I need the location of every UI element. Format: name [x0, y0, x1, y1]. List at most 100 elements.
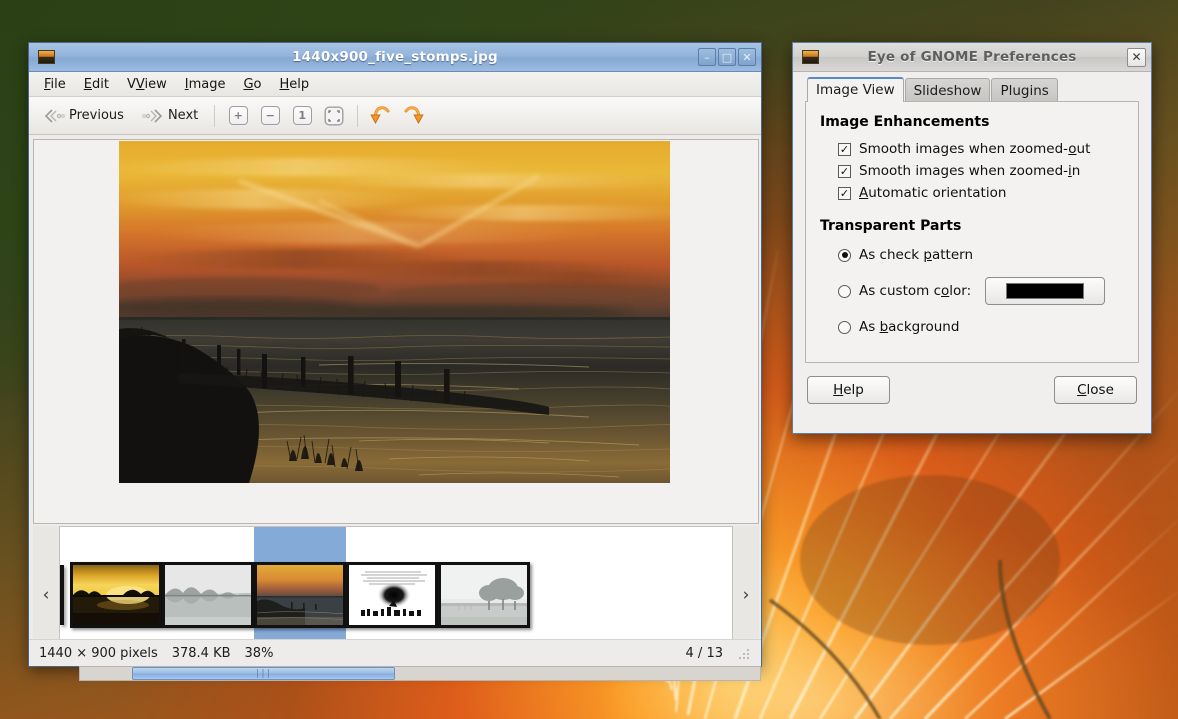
- image-thumbnail-icon: [38, 50, 55, 64]
- scrollbar-thumb[interactable]: ∣∣∣: [132, 667, 395, 680]
- toolbar-separator-1: [214, 104, 216, 127]
- prefs-close-button[interactable]: ✕: [1127, 47, 1146, 67]
- close-button[interactable]: ✕: [738, 48, 756, 66]
- minimize-button[interactable]: –: [698, 48, 716, 66]
- foggy-lake-art: [165, 564, 251, 625]
- close-icon: ✕: [742, 50, 752, 64]
- main-image[interactable]: [119, 141, 670, 483]
- foggy-trees-thumbnail: [438, 561, 530, 628]
- tab-plugins[interactable]: Plugins: [991, 78, 1058, 103]
- ink-blot-text-thumbnail: [346, 561, 438, 628]
- menu-go[interactable]: Go: [234, 74, 270, 95]
- previous-icon: [44, 108, 65, 123]
- normal-size-button[interactable]: 1: [287, 102, 317, 130]
- custom-color-button[interactable]: [985, 277, 1106, 305]
- checkbox-icon: ✓: [838, 164, 851, 178]
- menubar[interactable]: File Edit VView Image Go Help: [29, 72, 761, 97]
- window-title: 1440x900_five_stomps.jpg: [292, 49, 498, 65]
- checkbox-smooth-zoomed-out[interactable]: ✓ Smooth images when zoomed-out: [820, 138, 1124, 160]
- toolbar-separator-2: [357, 104, 359, 127]
- eye-of-gnome-window[interactable]: 1440x900_five_stomps.jpg – □ ✕ File Edit…: [28, 42, 762, 681]
- next-button[interactable]: Next: [134, 103, 206, 129]
- close-icon: ✕: [1131, 50, 1142, 64]
- custom-color-label-post: lor:: [949, 283, 972, 299]
- custom-color-label: As custom c: [859, 283, 941, 299]
- sunset-stomps-thumbnail: [254, 561, 346, 628]
- automatic-orientation-accel: A: [859, 185, 869, 201]
- sunset-stomps-art: [257, 564, 343, 625]
- check-pattern-accel: p: [923, 247, 932, 263]
- statusbar: 1440 × 900 pixels 378.4 KB 38% 4 / 13: [29, 639, 761, 666]
- previous-button[interactable]: Previous: [35, 103, 132, 129]
- radio-as-check-pattern[interactable]: As check pattern: [820, 240, 1124, 270]
- rotate-clockwise-button[interactable]: [398, 102, 428, 130]
- thumbnail-partial-left[interactable]: [60, 564, 64, 625]
- toolbar[interactable]: Previous Next + − 1: [29, 97, 761, 135]
- check-pattern-label: As check: [859, 247, 924, 263]
- radio-icon: [838, 320, 851, 334]
- zoom-in-icon: +: [228, 106, 248, 125]
- rotate-clockwise-icon: [404, 105, 424, 124]
- transparent-parts-heading: Transparent Parts: [820, 218, 962, 234]
- prefs-action-buttons[interactable]: Help Close: [793, 364, 1151, 416]
- help-button[interactable]: Help: [807, 376, 890, 404]
- zoom-level: 38%: [244, 645, 274, 661]
- close-dialog-button[interactable]: Close: [1054, 376, 1137, 404]
- resize-grip[interactable]: [739, 647, 751, 659]
- prefs-titlebar[interactable]: Eye of GNOME Preferences ✕: [793, 43, 1151, 72]
- main-titlebar[interactable]: 1440x900_five_stomps.jpg – □ ✕: [29, 43, 761, 72]
- close-accel: C: [1077, 382, 1087, 398]
- menu-file[interactable]: File: [35, 74, 75, 95]
- as-background-accel: b: [879, 319, 889, 335]
- image-dimensions: 1440 × 900 pixels: [39, 645, 158, 661]
- menu-image[interactable]: Image: [176, 74, 235, 95]
- radio-icon-selected: [838, 248, 851, 262]
- tab-image-view[interactable]: Image View: [807, 77, 904, 102]
- ink-blot-art: [349, 564, 435, 625]
- sunset-lake-thumbnail: [70, 561, 162, 628]
- sunset-lake-art: [73, 564, 159, 625]
- checkbox-automatic-orientation[interactable]: ✓ Automatic orientation: [820, 182, 1124, 204]
- zoom-out-button[interactable]: −: [255, 102, 285, 130]
- image-view-panel: Image Enhancements ✓ Smooth images when …: [805, 101, 1139, 363]
- next-icon: [142, 108, 163, 123]
- normal-size-icon: 1: [292, 106, 312, 125]
- menu-file-rest: ile: [50, 76, 66, 92]
- close-label: lose: [1086, 382, 1114, 398]
- preferences-dialog[interactable]: Eye of GNOME Preferences ✕ Image View Sl…: [792, 42, 1152, 434]
- image-position: 4 / 13: [685, 645, 723, 661]
- radio-dot: [841, 252, 848, 258]
- image-view-area[interactable]: [33, 139, 759, 524]
- check-pattern-label-post: attern: [931, 247, 974, 263]
- rotate-counterclockwise-button[interactable]: [366, 102, 396, 130]
- smooth-zoomed-out-label-post: ut: [1076, 141, 1091, 157]
- zoom-out-icon: −: [260, 106, 280, 125]
- zoom-in-button[interactable]: +: [223, 102, 253, 130]
- as-background-label: As: [859, 319, 880, 335]
- minimize-icon: –: [704, 50, 710, 64]
- best-fit-button[interactable]: [319, 102, 349, 130]
- next-label: Next: [167, 108, 199, 123]
- checkbox-icon: ✓: [838, 142, 851, 156]
- menu-help-label: H: [279, 76, 290, 92]
- menu-view[interactable]: VView: [118, 74, 176, 95]
- radio-as-custom-color[interactable]: As custom color:: [820, 270, 1124, 312]
- maximize-button[interactable]: □: [718, 48, 736, 66]
- checkbox-smooth-zoomed-in[interactable]: ✓ Smooth images when zoomed-in: [820, 160, 1124, 182]
- menu-help[interactable]: Help: [271, 74, 319, 95]
- radio-icon: [838, 284, 851, 298]
- smooth-zoomed-in-label: Smooth images when zoomed-: [859, 163, 1069, 179]
- menu-edit[interactable]: Edit: [75, 74, 118, 95]
- help-accel: H: [833, 382, 844, 398]
- radio-as-background[interactable]: As background: [820, 312, 1124, 342]
- smooth-zoomed-in-label-post: n: [1071, 163, 1081, 179]
- prefs-tabs[interactable]: Image View Slideshow Plugins: [793, 72, 1151, 103]
- best-fit-icon: [324, 106, 344, 126]
- tab-slideshow[interactable]: Slideshow: [904, 78, 991, 103]
- window-controls[interactable]: – □ ✕: [698, 48, 756, 66]
- color-swatch: [1006, 283, 1085, 299]
- menu-edit-label: E: [83, 76, 92, 92]
- horizontal-scrollbar[interactable]: ∣∣∣: [79, 666, 761, 681]
- foggy-trees-art: [441, 564, 527, 625]
- foggy-lake-thumbnail: [162, 561, 254, 628]
